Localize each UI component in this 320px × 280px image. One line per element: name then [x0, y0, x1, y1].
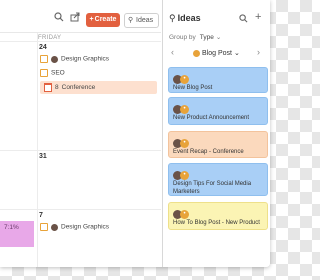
event-count: 8	[55, 84, 59, 91]
app-window: +Create ⚲ Ideas FRIDAY 24 Design Graphics…	[0, 0, 270, 267]
chevron-down-icon: ⌄	[233, 50, 240, 57]
group-by-label: Group by	[169, 34, 196, 41]
event-label: Conference	[61, 84, 96, 91]
day-number[interactable]: 24	[39, 44, 47, 51]
idea-card[interactable]: • New Blog Post	[168, 67, 268, 93]
group-label: Blog Post	[202, 50, 232, 57]
day-number[interactable]: 31	[39, 153, 47, 160]
rss-icon	[193, 49, 200, 57]
rss-icon: •	[180, 139, 189, 149]
share-icon[interactable]	[70, 12, 80, 22]
search-icon[interactable]	[239, 14, 248, 23]
event-label: Design Graphics	[61, 55, 110, 63]
avatar	[51, 223, 58, 231]
chevron-right-icon[interactable]: ›	[257, 47, 260, 57]
search-icon[interactable]	[54, 12, 64, 22]
event-label: SEO	[51, 69, 65, 77]
idea-card[interactable]: • How To Blog Post - New Product	[168, 202, 268, 230]
panel-title: ⚲ Ideas	[169, 13, 201, 24]
group-by-value: Type	[199, 34, 214, 41]
day-number[interactable]: 7	[39, 212, 43, 219]
calendar-event[interactable]: Design Graphics	[40, 223, 109, 231]
calendar-event[interactable]: Design Graphics	[40, 55, 109, 63]
calendar-event-conference[interactable]: 8 Conference	[40, 81, 157, 94]
ideas-panel: ⚲ Ideas + Group by Type ⌄ ‹ Blog Post ⌄ › • …	[162, 0, 270, 267]
add-icon[interactable]: +	[255, 11, 261, 23]
idea-card-title: How To Blog Post - New Product	[173, 220, 260, 226]
panel-title-text: Ideas	[177, 13, 201, 23]
create-button-label: Create	[94, 16, 117, 23]
row-divider	[0, 41, 161, 42]
group-selector[interactable]: Blog Post ⌄	[193, 49, 240, 57]
rss-icon: •	[180, 75, 189, 85]
idea-card-title: New Product Announcement	[173, 115, 250, 121]
event-label: 7:1%	[4, 224, 19, 231]
calendar-icon	[44, 82, 52, 92]
idea-card[interactable]: • Design Tips For Social Media Marketers	[168, 163, 268, 196]
idea-card[interactable]: • Event Recap - Conference	[168, 131, 268, 158]
ideas-button-label: Ideas	[136, 17, 154, 24]
idea-card-title: New Blog Post	[173, 85, 213, 91]
lightbulb-icon: ⚲	[128, 17, 134, 24]
lightbulb-icon: ⚲	[169, 13, 176, 23]
plus-icon: +	[89, 16, 94, 23]
calendar-event-partial[interactable]: 7:1%	[0, 221, 34, 247]
idea-card[interactable]: • New Product Announcement	[168, 97, 268, 125]
idea-card-title: Event Recap - Conference	[173, 149, 244, 155]
row-divider	[0, 150, 161, 151]
chevron-left-icon[interactable]: ‹	[171, 47, 174, 57]
chevron-down-icon: ⌄	[215, 34, 222, 41]
group-navigator: ‹ Blog Post ⌄ ›	[163, 45, 270, 61]
rss-icon: •	[180, 105, 189, 115]
calendar-event[interactable]: SEO	[40, 69, 65, 77]
toolbar: +Create ⚲ Ideas	[0, 0, 161, 33]
checkbox[interactable]	[40, 223, 48, 231]
row-divider	[0, 209, 161, 210]
rss-icon: •	[180, 171, 189, 181]
rss-icon: •	[180, 210, 189, 220]
ideas-toggle-button[interactable]: ⚲ Ideas	[124, 13, 159, 28]
idea-card-title: Design Tips For Social Media Marketers	[173, 181, 252, 195]
calendar-grid: FRIDAY 24 Design Graphics SEO 8 Conferenc…	[0, 33, 161, 267]
create-button[interactable]: +Create	[86, 13, 120, 27]
avatar	[51, 55, 58, 63]
checkbox[interactable]	[40, 69, 48, 77]
checkbox[interactable]	[40, 55, 48, 63]
event-label: Design Graphics	[61, 223, 110, 231]
group-by-control[interactable]: Group by Type ⌄	[169, 33, 221, 41]
